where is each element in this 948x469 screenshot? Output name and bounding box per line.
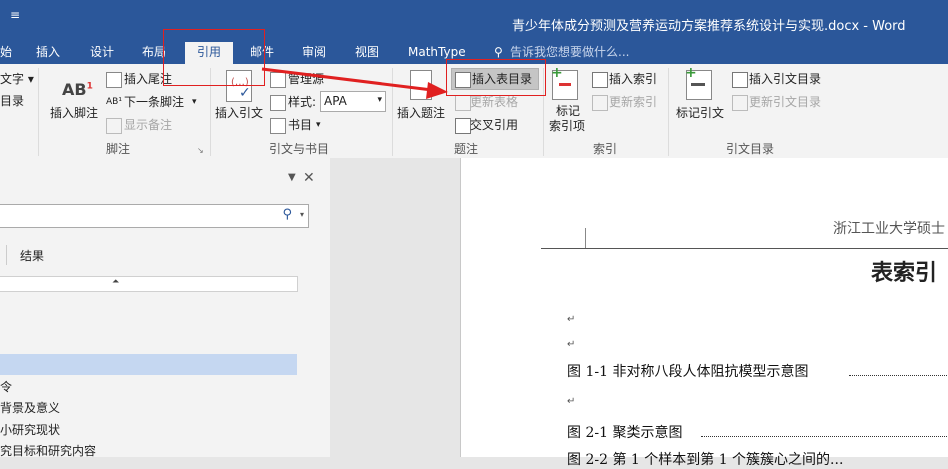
annotation-arrow-icon: [261, 67, 448, 99]
